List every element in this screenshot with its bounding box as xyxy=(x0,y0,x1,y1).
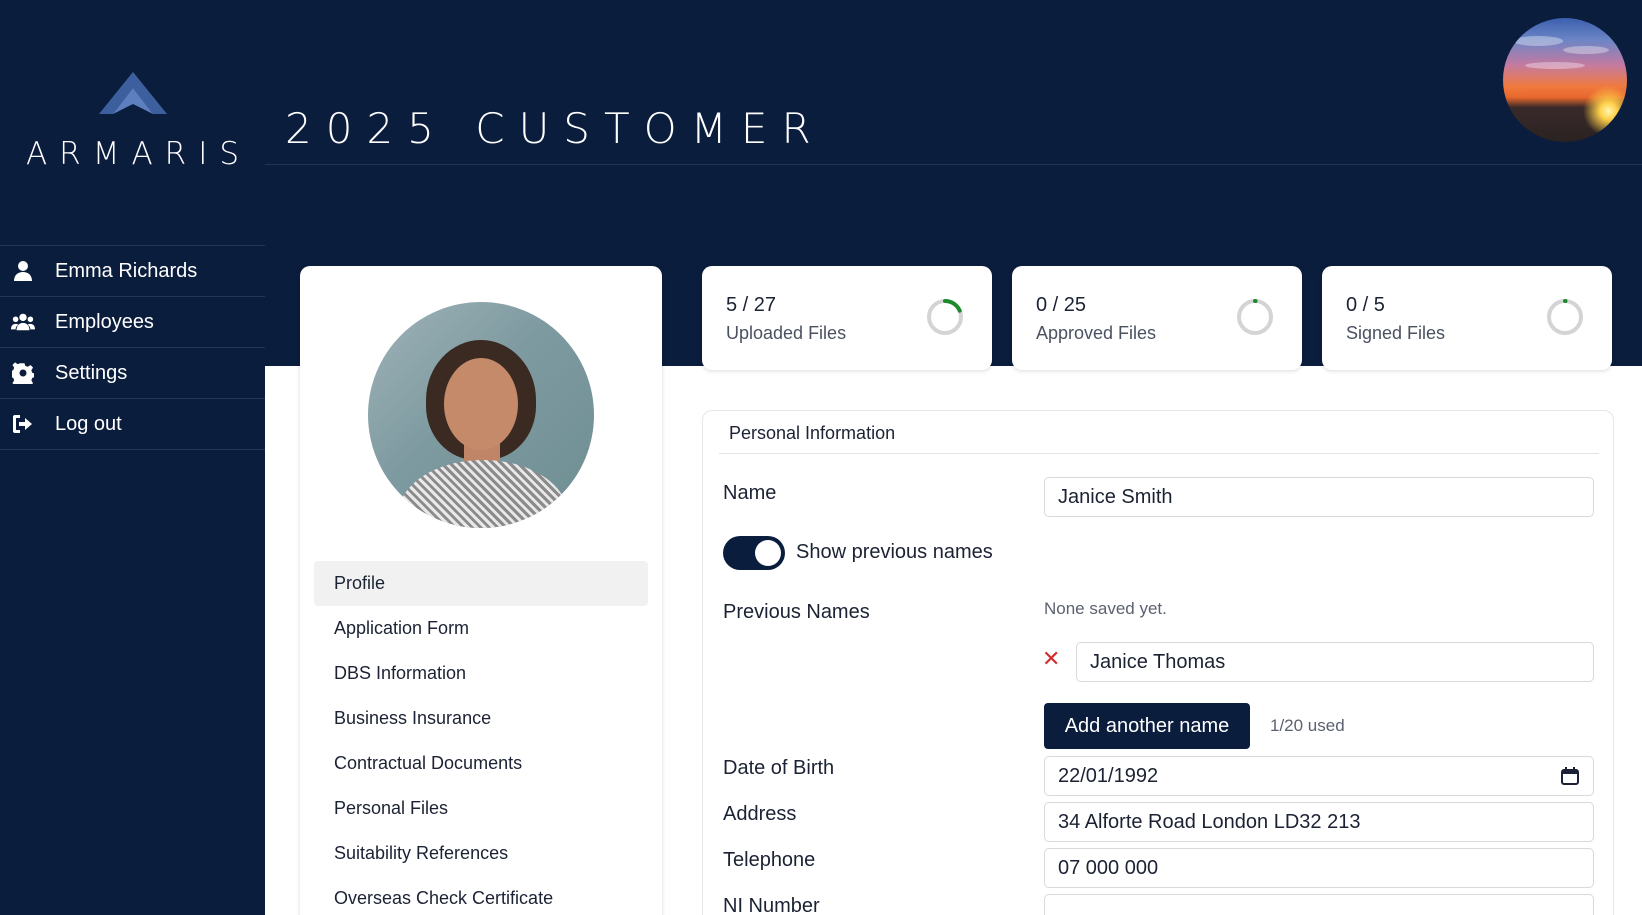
sidebar-item-employees[interactable]: Employees xyxy=(0,297,265,348)
brand-name: ARMARIS xyxy=(25,136,252,172)
progress-ring-icon xyxy=(927,299,963,335)
menu-item-application-form[interactable]: Application Form xyxy=(314,606,648,651)
profile-menu: Profile Application Form DBS Information… xyxy=(314,561,648,915)
sidebar: ARMARIS Emma Richards Employees Settings… xyxy=(0,0,265,915)
sidebar-item-label: Log out xyxy=(55,412,122,435)
sidebar-nav: Emma Richards Employees Settings Log out xyxy=(0,245,265,450)
calendar-icon[interactable] xyxy=(1561,767,1579,785)
stat-card-signed: 0 / 5 Signed Files xyxy=(1322,266,1612,370)
sidebar-item-label: Settings xyxy=(55,361,128,384)
brand-logo: ARMARIS xyxy=(0,70,265,172)
add-another-name-button[interactable]: Add another name xyxy=(1044,703,1250,749)
page-title: 2025 CUSTOMER xyxy=(285,104,825,153)
progress-ring-icon xyxy=(1237,299,1273,335)
ni-number-label: NI Number xyxy=(723,895,820,915)
stat-card-approved: 0 / 25 Approved Files xyxy=(1012,266,1302,370)
name-field[interactable]: Janice Smith xyxy=(1044,477,1594,517)
progress-ring-icon xyxy=(1547,299,1583,335)
menu-item-profile[interactable]: Profile xyxy=(314,561,648,606)
header-divider xyxy=(265,164,1642,165)
menu-item-overseas-check-certificate[interactable]: Overseas Check Certificate xyxy=(314,876,648,915)
profile-photo xyxy=(368,302,594,528)
dob-value: 22/01/1992 xyxy=(1058,765,1159,787)
sidebar-item-label: Employees xyxy=(55,310,154,333)
section-divider xyxy=(719,453,1599,454)
user-avatar[interactable] xyxy=(1503,18,1627,142)
names-used-count: 1/20 used xyxy=(1270,716,1345,735)
address-label: Address xyxy=(723,803,797,825)
dob-label: Date of Birth xyxy=(723,757,835,779)
dob-field[interactable]: 22/01/1992 xyxy=(1044,756,1594,796)
sidebar-item-label: Emma Richards xyxy=(55,259,198,282)
menu-item-suitability-references[interactable]: Suitability References xyxy=(314,831,648,876)
toggle-label: Show previous names xyxy=(796,541,993,563)
menu-item-contractual-documents[interactable]: Contractual Documents xyxy=(314,741,648,786)
personal-info-card: Personal Information Name Janice Smith S… xyxy=(702,410,1614,915)
sidebar-item-logout[interactable]: Log out xyxy=(0,399,265,450)
sidebar-item-user[interactable]: Emma Richards xyxy=(0,246,265,297)
stat-label: Approved Files xyxy=(1036,323,1157,343)
section-heading: Personal Information xyxy=(729,423,896,443)
logout-icon xyxy=(11,412,35,436)
telephone-label: Telephone xyxy=(723,849,816,871)
stat-count: 5 / 27 xyxy=(726,294,777,316)
telephone-field[interactable]: 07 000 000 xyxy=(1044,848,1594,888)
profile-card: Profile Application Form DBS Information… xyxy=(300,266,662,915)
remove-name-icon[interactable]: ✕ xyxy=(1042,648,1060,670)
stat-count: 0 / 5 xyxy=(1346,294,1385,316)
previous-names-empty-text: None saved yet. xyxy=(1044,599,1167,618)
show-previous-names-toggle[interactable] xyxy=(723,536,785,570)
stat-label: Signed Files xyxy=(1346,323,1446,343)
menu-item-dbs-information[interactable]: DBS Information xyxy=(314,651,648,696)
previous-names-label: Previous Names xyxy=(723,601,870,623)
menu-item-business-insurance[interactable]: Business Insurance xyxy=(314,696,648,741)
previous-name-field[interactable]: Janice Thomas xyxy=(1076,642,1594,682)
armaris-logo-icon xyxy=(98,72,167,114)
users-icon xyxy=(11,310,35,334)
address-field[interactable]: 34 Alforte Road London LD32 213 xyxy=(1044,802,1594,842)
sidebar-item-settings[interactable]: Settings xyxy=(0,348,265,399)
gear-icon xyxy=(11,361,35,385)
stat-count: 0 / 25 xyxy=(1036,294,1087,316)
name-label: Name xyxy=(723,482,777,504)
ni-number-field[interactable] xyxy=(1044,894,1594,915)
stat-label: Uploaded Files xyxy=(726,323,847,343)
menu-item-personal-files[interactable]: Personal Files xyxy=(314,786,648,831)
stat-card-uploaded: 5 / 27 Uploaded Files xyxy=(702,266,992,370)
user-icon xyxy=(11,259,35,283)
